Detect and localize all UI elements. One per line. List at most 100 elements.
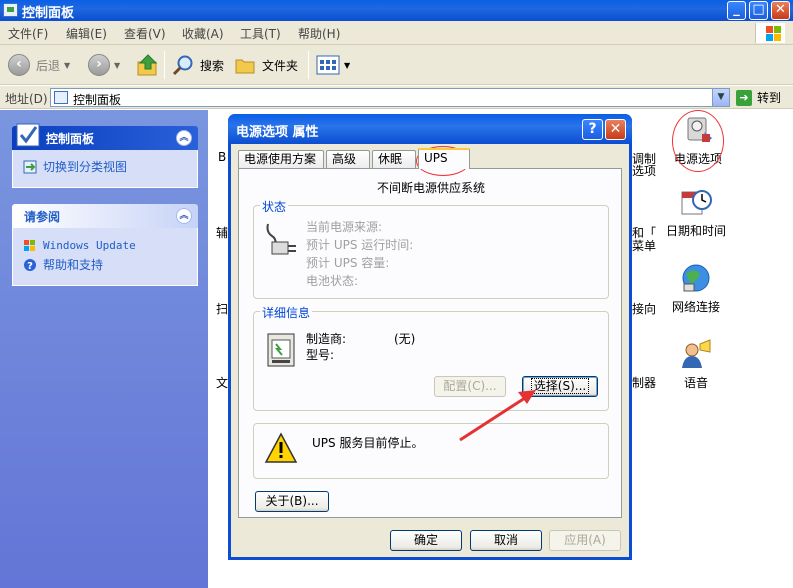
toolbar: ‹ 后退 ▼ › ▼ 搜索 文件夹 ▼ bbox=[0, 45, 793, 85]
forward-arrow-icon: › bbox=[88, 54, 110, 76]
warning-group: UPS 服务目前停止。 bbox=[253, 423, 609, 479]
status-power-source: 当前电源来源: bbox=[306, 220, 383, 234]
configure-button[interactable]: 配置(C)... bbox=[434, 376, 506, 397]
folder-icon bbox=[235, 59, 255, 74]
address-input[interactable]: 控制面板 ▼ bbox=[50, 88, 730, 107]
ups-device-icon bbox=[267, 333, 295, 367]
status-group-title: 状态 bbox=[260, 198, 289, 215]
status-runtime: 预计 UPS 运行时间: bbox=[306, 238, 414, 252]
windows-update-icon bbox=[24, 240, 35, 251]
address-dropdown-button[interactable]: ▼ bbox=[712, 89, 729, 106]
close-button[interactable]: ✕ bbox=[771, 1, 790, 20]
partial-item-label: 菜单 bbox=[632, 239, 657, 253]
chevron-down-icon: ▼ bbox=[64, 60, 71, 70]
menu-edit[interactable]: 编辑(E) bbox=[66, 25, 107, 42]
power-plug-icon bbox=[266, 223, 296, 255]
select-button-label: 选择(S)... bbox=[530, 378, 590, 394]
link-label: 切换到分类视图 bbox=[43, 160, 128, 174]
partial-item-label: 选项 bbox=[632, 164, 657, 178]
about-button[interactable]: 关于(B)... bbox=[255, 491, 329, 512]
chevron-down-icon: ▼ bbox=[114, 60, 121, 70]
item-label: 网络连接 bbox=[671, 300, 720, 314]
date-time-item[interactable]: 日期和时间 bbox=[656, 186, 736, 239]
up-folder-icon bbox=[137, 54, 158, 76]
select-button[interactable]: 选择(S)... bbox=[522, 376, 598, 397]
minimize-button[interactable]: _ bbox=[727, 1, 746, 20]
control-panel-task-panel: 控制面板 ︽ 切换到分类视图 bbox=[12, 123, 198, 188]
tab-hibernate[interactable]: 休眠 bbox=[372, 150, 416, 168]
status-battery: 电池状态: bbox=[306, 274, 359, 288]
maximize-button[interactable]: □ bbox=[749, 1, 768, 20]
help-button[interactable]: ? bbox=[582, 119, 603, 140]
window-title: 控制面板 bbox=[22, 6, 75, 21]
manufacturer-label: 制造商: bbox=[306, 332, 347, 346]
task-pane: 控制面板 ︽ 切换到分类视图 请参阅 ︽ Windows Update ? 帮助… bbox=[0, 110, 208, 588]
item-label: 语音 bbox=[683, 376, 708, 390]
ok-button[interactable]: 确定 bbox=[390, 530, 462, 551]
dialog-title-bar: 电源选项 属性 ? ✕ bbox=[228, 114, 632, 144]
views-icon bbox=[316, 55, 340, 75]
panel-header[interactable]: 控制面板 ︽ bbox=[12, 123, 198, 150]
tab-ups[interactable]: UPS bbox=[418, 148, 470, 169]
menu-view[interactable]: 查看(V) bbox=[124, 25, 166, 42]
details-group: 详细信息 制造商: (无) 型号: 配置(C)... 选择(S)... bbox=[253, 304, 609, 411]
panel-body: Windows Update ? 帮助和支持 bbox=[12, 228, 198, 286]
forward-button[interactable]: › ▼ bbox=[88, 53, 120, 77]
help-icon: ? bbox=[24, 258, 36, 272]
details-group-title: 详细信息 bbox=[260, 304, 313, 321]
address-label: 地址(D) bbox=[5, 92, 48, 106]
menu-file[interactable]: 文件(F) bbox=[8, 25, 48, 42]
partial-item-label: 文 bbox=[216, 376, 229, 390]
status-group: 状态 当前电源来源: 预计 UPS 运行时间: 预计 UPS 容量: 电池状态: bbox=[253, 198, 609, 299]
panel-title: 请参阅 bbox=[24, 210, 61, 224]
link-label: 帮助和支持 bbox=[43, 258, 104, 272]
dialog-title: 电源选项 属性 bbox=[236, 125, 319, 140]
apply-button[interactable]: 应用(A) bbox=[549, 530, 621, 551]
go-button[interactable]: ➜ 转到 bbox=[736, 89, 781, 106]
back-button[interactable]: ‹ 后退 ▼ bbox=[8, 53, 70, 77]
views-button[interactable]: ▼ bbox=[316, 53, 350, 77]
control-panel-icon bbox=[3, 3, 18, 17]
menu-favorites[interactable]: 收藏(A) bbox=[182, 25, 224, 42]
power-options-properties-dialog: 电源选项 属性 ? ✕ 电源使用方案 高级 休眠 UPS 不间断电源供应系统 状… bbox=[228, 114, 632, 560]
partial-item-label: 扫 bbox=[216, 302, 229, 316]
dialog-close-button[interactable]: ✕ bbox=[605, 119, 626, 140]
partial-item-label: 辅 bbox=[216, 226, 229, 240]
model-label: 型号: bbox=[306, 348, 335, 362]
go-arrow-icon: ➜ bbox=[736, 89, 752, 106]
partial-item-label: B bbox=[218, 150, 227, 164]
search-icon bbox=[172, 55, 193, 76]
search-button[interactable]: 搜索 bbox=[172, 53, 224, 77]
collapse-button[interactable]: ︽ bbox=[176, 130, 192, 146]
annotation-circle bbox=[672, 110, 724, 172]
tab-power-schemes[interactable]: 电源使用方案 bbox=[238, 150, 324, 168]
status-lines: 当前电源来源: 预计 UPS 运行时间: 预计 UPS 容量: 电池状态: bbox=[306, 218, 413, 290]
help-and-support-link[interactable]: ? 帮助和支持 bbox=[23, 256, 187, 273]
tab-advanced[interactable]: 高级 bbox=[326, 150, 370, 168]
partial-item-label: 接向 bbox=[632, 302, 657, 316]
speech-item[interactable]: 语音 bbox=[656, 338, 736, 391]
folders-button[interactable]: 文件夹 bbox=[234, 53, 298, 77]
switch-category-view-link[interactable]: 切换到分类视图 bbox=[23, 158, 187, 175]
network-connections-item[interactable]: 网络连接 bbox=[656, 262, 736, 315]
back-label: 后退 bbox=[36, 58, 61, 73]
panel-header[interactable]: 请参阅 ︽ bbox=[12, 204, 198, 228]
address-bar: 地址(D) 控制面板 ▼ ➜ 转到 bbox=[0, 86, 793, 109]
chevron-down-icon: ▼ bbox=[344, 60, 351, 70]
warning-text: UPS 服务目前停止。 bbox=[312, 436, 424, 450]
panel-title: 控制面板 bbox=[46, 132, 95, 146]
link-label: Windows Update bbox=[43, 238, 136, 252]
menu-bar: 文件(F) 编辑(E) 查看(V) 收藏(A) 工具(T) 帮助(H) bbox=[0, 21, 793, 45]
cancel-button[interactable]: 取消 bbox=[470, 530, 542, 551]
collapse-button[interactable]: ︽ bbox=[176, 208, 192, 224]
menu-help[interactable]: 帮助(H) bbox=[298, 25, 340, 42]
partial-item-label: 制器 bbox=[632, 376, 657, 390]
search-label: 搜索 bbox=[200, 58, 225, 73]
network-icon bbox=[680, 262, 712, 294]
up-folder-button[interactable] bbox=[136, 53, 160, 77]
date-time-icon bbox=[680, 186, 712, 218]
window-title-bar: 控制面板 _ □ ✕ bbox=[0, 0, 793, 21]
back-arrow-icon: ‹ bbox=[8, 54, 30, 76]
menu-tools[interactable]: 工具(T) bbox=[240, 25, 281, 42]
windows-update-link[interactable]: Windows Update bbox=[23, 238, 187, 252]
